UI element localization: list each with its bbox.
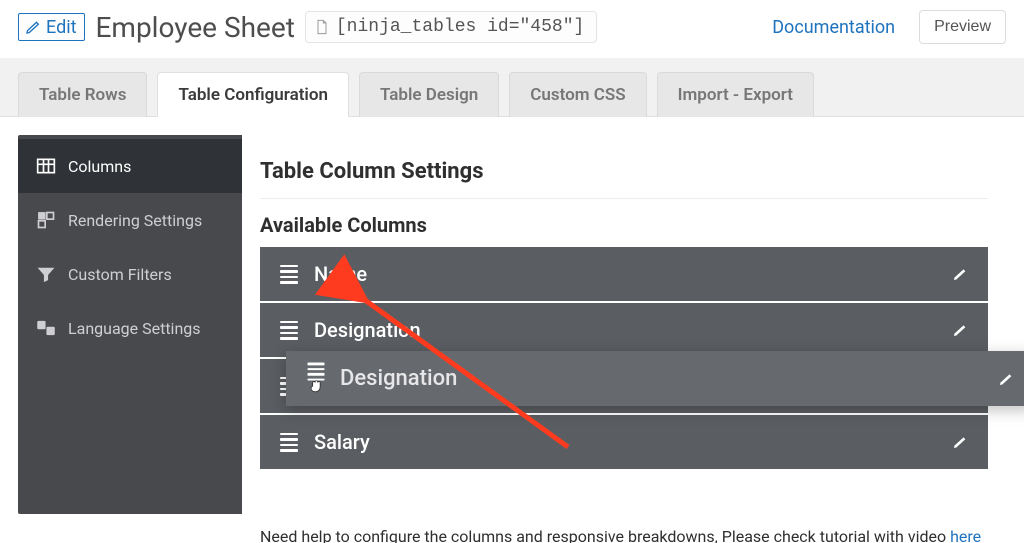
sidebar-item-columns[interactable]: Columns — [18, 139, 242, 193]
sidebar-item-language[interactable]: A Language Settings — [18, 301, 242, 355]
edit-label: Edit — [46, 17, 76, 38]
shortcode-text: [ninja_tables id="458"] — [336, 17, 584, 37]
section-title: Table Column Settings — [260, 149, 988, 199]
drag-handle-icon[interactable] — [280, 433, 298, 452]
sidebar-item-label: Language Settings — [68, 319, 201, 338]
pencil-icon — [952, 266, 968, 282]
annotation-arrow — [338, 277, 578, 457]
documentation-link[interactable]: Documentation — [772, 17, 895, 38]
drag-handle-icon[interactable] — [280, 265, 298, 284]
pencil-icon — [952, 434, 968, 450]
tab-custom-css[interactable]: Custom CSS — [509, 72, 646, 117]
preview-button[interactable]: Preview — [919, 10, 1006, 44]
tab-table-design[interactable]: Table Design — [359, 72, 499, 117]
page-header: Edit Employee Sheet [ninja_tables id="45… — [0, 0, 1024, 58]
rendering-icon — [36, 210, 56, 230]
shortcode-chip[interactable]: [ninja_tables id="458"] — [305, 11, 597, 43]
filter-icon — [36, 264, 56, 284]
drag-handle-icon-with-cursor[interactable] — [306, 362, 326, 396]
content-panel: Table Column Settings Available Columns … — [242, 135, 1006, 514]
sidebar-item-label: Rendering Settings — [68, 211, 202, 230]
tab-table-rows[interactable]: Table Rows — [18, 72, 147, 117]
edit-column-button[interactable] — [952, 322, 968, 338]
language-icon: A — [36, 318, 56, 338]
sidebar-item-rendering[interactable]: Rendering Settings — [18, 193, 242, 247]
drag-handle-icon[interactable] — [280, 321, 298, 340]
tab-strip: Table Rows Table Configuration Table Des… — [0, 58, 1024, 117]
pencil-icon — [998, 371, 1014, 387]
edit-column-button[interactable] — [952, 266, 968, 282]
sidebar: Columns Rendering Settings Custom Filter… — [18, 135, 242, 514]
sidebar-item-label: Columns — [68, 157, 131, 176]
columns-icon — [36, 156, 56, 176]
page-title: Employee Sheet — [95, 11, 294, 44]
edit-column-button[interactable] — [952, 434, 968, 450]
tab-import-export[interactable]: Import - Export — [657, 72, 814, 117]
pencil-icon — [25, 19, 41, 35]
edit-column-button[interactable] — [998, 371, 1014, 387]
svg-text:A: A — [49, 329, 53, 335]
workspace: Columns Rendering Settings Custom Filter… — [0, 117, 1024, 532]
edit-button[interactable]: Edit — [18, 13, 85, 41]
help-link[interactable]: here — [950, 527, 981, 543]
help-text: Need help to configure the columns and r… — [260, 469, 988, 543]
document-icon — [314, 19, 330, 35]
pencil-icon — [952, 322, 968, 338]
help-prefix: Need help to configure the columns and r… — [260, 527, 950, 543]
sidebar-item-filters[interactable]: Custom Filters — [18, 247, 242, 301]
tab-table-configuration[interactable]: Table Configuration — [157, 72, 349, 117]
sidebar-item-label: Custom Filters — [68, 265, 172, 284]
available-columns-subtitle: Available Columns — [260, 199, 988, 247]
